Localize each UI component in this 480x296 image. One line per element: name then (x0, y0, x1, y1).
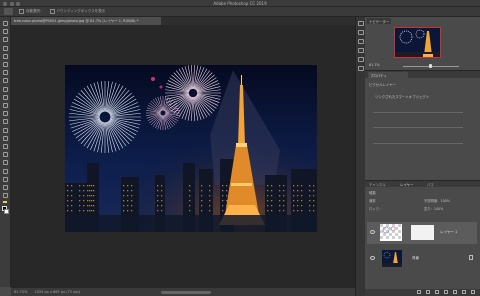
navigator-tab[interactable]: ナビゲーター (367, 18, 392, 24)
properties-tab[interactable]: プロパティ (368, 72, 408, 79)
right-panels: ナビゲーター 61.7% プロパティ ピクセルレイヤー リンクされたスマートオブ… (365, 17, 480, 296)
paragraph-panel-icon[interactable] (357, 66, 364, 71)
transform-controls-checkbox[interactable] (49, 9, 55, 14)
background-layer-thumbnail (382, 250, 402, 267)
fill-field[interactable]: 塗り：100% (424, 206, 443, 211)
add-mask-icon[interactable] (435, 290, 439, 294)
dodge-icon[interactable] (2, 135, 8, 141)
move-icon[interactable] (2, 21, 8, 26)
blur-icon[interactable] (2, 127, 8, 133)
properties-tabs: プロパティ (365, 70, 480, 79)
lasso-icon[interactable] (2, 37, 8, 43)
layer-name[interactable]: レイヤー 1 (440, 230, 457, 235)
tool-highlight (3, 201, 7, 203)
navigator-zoom-row: 61.7% (369, 63, 477, 69)
window-title: Adobe Photoshop CC 2019 (213, 1, 267, 6)
properties-divider (373, 112, 463, 113)
layer-style-icon[interactable] (426, 290, 430, 294)
new-layer-icon[interactable] (462, 290, 466, 294)
history-brush-icon[interactable] (2, 103, 8, 108)
properties-section-label: ピクセルレイヤー (369, 83, 397, 87)
layers-panel-tabs: チャンネル レイヤー パス (365, 180, 480, 187)
type-icon[interactable] (2, 152, 8, 158)
auto-select-checkbox[interactable] (19, 9, 24, 14)
transform-controls-option[interactable]: バウンディングボックスを表示 (49, 9, 106, 14)
horizontal-scrollbar[interactable] (161, 291, 211, 294)
history-panel-icon[interactable] (357, 21, 364, 26)
zoom-readout[interactable]: 61.73% (14, 290, 27, 294)
crop-icon[interactable] (2, 53, 8, 59)
properties-divider (373, 143, 463, 144)
layer-thumbnail[interactable] (380, 224, 402, 241)
hand-icon[interactable] (2, 176, 8, 182)
layer-kind-filter[interactable]: 種類 (369, 191, 376, 195)
delete-layer-icon[interactable] (471, 290, 475, 294)
navigator-zoom-knob[interactable] (429, 64, 432, 68)
pen-icon[interactable] (2, 144, 8, 149)
layer-lock-icon (469, 255, 473, 260)
brush-icon[interactable] (2, 86, 8, 92)
quick-select-icon[interactable] (2, 45, 8, 51)
layer-row[interactable]: 背景 (367, 248, 477, 270)
swatches-panel-icon[interactable] (357, 39, 364, 44)
properties-divider (373, 127, 463, 128)
eraser-icon[interactable] (2, 111, 8, 117)
layer-1-checker-thumbnail (380, 224, 402, 241)
tab-layers[interactable]: レイヤー (400, 182, 413, 187)
zoom-icon[interactable] (2, 185, 8, 190)
navigator-thumbnail[interactable] (394, 27, 441, 58)
layer-mask-thumbnail[interactable] (411, 225, 434, 240)
navigator-zoom-value[interactable]: 61.7% (369, 63, 380, 67)
document-canvas[interactable] (65, 65, 317, 232)
background-color-swatch[interactable] (4, 209, 9, 214)
blend-row: 通常 不透明度：100% (369, 198, 477, 203)
window-titlebar: Adobe Photoshop CC 2019 (0, 0, 480, 7)
collapsed-panel-icons (355, 17, 365, 296)
path-select-icon[interactable] (2, 160, 8, 166)
document-tabbar: tree-color-photo@P0001-gimp/photo.jpg @ … (11, 17, 355, 25)
color-panel-icon[interactable] (357, 30, 364, 35)
canvas-area[interactable] (11, 25, 355, 287)
marquee-icon[interactable] (2, 29, 8, 35)
tab-channels[interactable]: チャンネル (369, 182, 386, 187)
navigator-preview-image (395, 28, 440, 57)
stamp-icon[interactable] (2, 94, 8, 100)
layer-filter-row: 種類 (369, 190, 477, 195)
gradient-icon[interactable] (2, 119, 8, 125)
blend-mode-select[interactable]: 通常 (369, 199, 376, 203)
brush-panel-icon[interactable] (357, 48, 364, 53)
visibility-eye-icon[interactable] (370, 256, 375, 260)
lock-label: ロック： (369, 207, 383, 211)
transform-controls-label: バウンディングボックスを表示 (56, 9, 106, 13)
new-adjustment-icon[interactable] (444, 290, 448, 294)
lock-row: ロック： 塗り：100% (369, 206, 477, 211)
more-tools-icon[interactable] (2, 193, 8, 199)
frame-icon[interactable] (2, 62, 8, 67)
auto-select-option[interactable]: 自動選択： (19, 9, 44, 14)
eyedropper-icon[interactable] (2, 70, 8, 76)
auto-select-label: 自動選択： (26, 9, 44, 13)
rectangle-icon[interactable] (2, 168, 8, 174)
opacity-field[interactable]: 不透明度：100% (424, 198, 450, 203)
document-info[interactable]: 1024 px x 667 px (72 ppi) (34, 290, 80, 294)
new-group-icon[interactable] (453, 290, 457, 294)
tab-paths[interactable]: パス (427, 182, 434, 187)
document-tab[interactable]: tree-color-photo@P0001-gimp/photo.jpg @ … (11, 17, 161, 25)
link-layers-icon[interactable] (417, 290, 421, 294)
layers-panel-footer (365, 289, 480, 296)
layer-row[interactable]: レイヤー 1 (367, 222, 477, 244)
status-bar: 61.73% 1024 px x 667 px (72 ppi) (11, 287, 355, 296)
night-fireworks-image (65, 65, 317, 232)
move-tool-preset-icon[interactable] (4, 8, 13, 15)
tools-panel (0, 17, 11, 287)
properties-linked-label: リンクされたスマートオブジェクト (375, 95, 430, 99)
layer-name[interactable]: 背景 (412, 256, 419, 261)
visibility-eye-icon[interactable] (370, 230, 375, 234)
layer-thumbnail[interactable] (382, 250, 402, 267)
healing-icon[interactable] (2, 78, 8, 84)
character-panel-icon[interactable] (357, 57, 364, 62)
options-bar: 自動選択： バウンディングボックスを表示 (0, 7, 480, 17)
